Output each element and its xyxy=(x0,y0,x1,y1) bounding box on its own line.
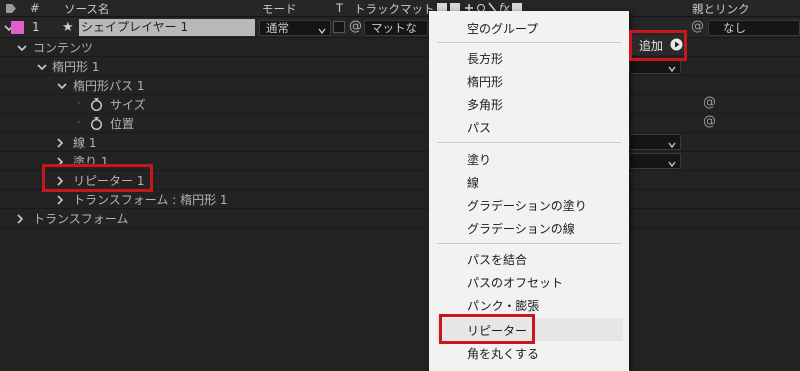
layer-name-field[interactable]: シェイプレイヤー 1 xyxy=(79,19,255,36)
tree-row-size[interactable]: · サイズ @ xyxy=(0,95,800,114)
highlight-repeater-row xyxy=(42,164,153,192)
transform-label: トランスフォーム xyxy=(33,212,129,226)
tree-row-transform-ellipse[interactable]: トランスフォーム : 楕円形 1 xyxy=(0,190,800,209)
menu-item-stroke[interactable]: 線 xyxy=(467,174,479,191)
menu-item-empty-group[interactable]: 空のグループ xyxy=(467,20,538,37)
menu-separator xyxy=(437,243,621,244)
expression-swirl-icon[interactable]: @ xyxy=(703,114,716,129)
menu-separator xyxy=(437,142,621,143)
label-tag-icon xyxy=(5,3,17,17)
menu-item-rectangle[interactable]: 長方形 xyxy=(467,50,503,67)
menu-item-gradient-fill[interactable]: グラデーションの塗り xyxy=(467,197,587,214)
tree-row-ellipse-path[interactable]: 楕円形パス 1 xyxy=(0,76,800,95)
size-label: サイズ xyxy=(110,98,146,112)
header-source-name[interactable]: ソース名 xyxy=(64,1,109,17)
menu-item-gradient-stroke[interactable]: グラデーションの線 xyxy=(467,220,575,237)
header-t: T xyxy=(336,1,344,15)
matte-pickwhip-icon[interactable]: @ xyxy=(349,19,362,34)
menu-item-offset-paths[interactable]: パスのオフセット xyxy=(467,274,563,291)
header-mode[interactable]: モード xyxy=(262,1,297,17)
tree-row-stroke[interactable]: 線 1 xyxy=(0,133,800,152)
menu-item-pucker-bloat[interactable]: パンク・膨張 xyxy=(467,297,539,314)
chevron-down-icon xyxy=(668,62,676,73)
expand-chevron-icon[interactable] xyxy=(37,61,49,73)
chevron-down-icon xyxy=(668,138,676,149)
stroke-blend-dropdown[interactable] xyxy=(629,134,681,150)
stroke-label: 線 1 xyxy=(73,136,97,150)
menu-item-merge-paths[interactable]: パスを結合 xyxy=(467,251,527,268)
chevron-down-icon xyxy=(668,157,676,168)
parent-pickwhip-icon[interactable]: @ xyxy=(691,19,704,34)
menu-item-ellipse[interactable]: 楕円形 xyxy=(467,73,503,90)
ellipse-label: 楕円形 1 xyxy=(52,60,100,74)
contents-label: コンテンツ xyxy=(33,41,94,55)
fill-blend-dropdown[interactable] xyxy=(629,153,681,169)
parent-dropdown[interactable]: なし xyxy=(708,20,800,36)
matte-value: マットな xyxy=(371,21,417,35)
menu-item-polystar[interactable]: 多角形 xyxy=(467,96,503,113)
expand-chevron-right-icon[interactable] xyxy=(15,213,27,225)
tree-row-position[interactable]: · 位置 @ xyxy=(0,114,800,133)
shape-star-icon: ★ xyxy=(62,20,74,35)
dot: · xyxy=(77,96,81,110)
header-hash: # xyxy=(30,1,40,15)
highlight-menu-repeater xyxy=(439,314,535,344)
tree-row-transform[interactable]: トランスフォーム xyxy=(0,209,800,228)
timeline-header: # ソース名 モード T トラックマット fx 親とリンク xyxy=(0,0,800,17)
expression-swirl-icon[interactable]: @ xyxy=(703,95,716,110)
menu-separator xyxy=(437,42,621,43)
menu-item-round-corners[interactable]: 角を丸くする xyxy=(467,345,539,362)
dot: · xyxy=(77,115,81,129)
track-matte-dropdown[interactable]: マットな xyxy=(364,20,428,36)
menu-item-fill[interactable]: 塗り xyxy=(467,151,491,168)
stopwatch-icon[interactable] xyxy=(90,98,103,114)
expand-chevron-icon[interactable] xyxy=(57,80,69,92)
expand-chevron-right-icon[interactable] xyxy=(55,137,67,149)
header-track-matte[interactable]: トラックマット xyxy=(354,1,435,17)
transform-ellipse-label: トランスフォーム : 楕円形 1 xyxy=(73,193,228,207)
highlight-add-button xyxy=(629,30,687,61)
menu-item-path[interactable]: パス xyxy=(467,119,491,136)
header-parent-link[interactable]: 親とリンク xyxy=(692,1,750,17)
chevron-down-icon xyxy=(318,24,326,35)
ellipse-path-label: 楕円形パス 1 xyxy=(73,79,145,93)
expand-chevron-icon[interactable] xyxy=(17,42,29,54)
mode-value: 通常 xyxy=(266,21,289,35)
layer-number: 1 xyxy=(32,20,40,34)
stopwatch-icon[interactable] xyxy=(90,117,103,133)
mode-dropdown[interactable]: 通常 xyxy=(259,20,331,36)
expand-chevron-right-icon[interactable] xyxy=(55,194,67,206)
parent-value: なし xyxy=(723,21,746,35)
position-label: 位置 xyxy=(110,117,135,131)
preserve-transparency-checkbox[interactable] xyxy=(333,21,345,33)
layer-label-color[interactable] xyxy=(11,21,24,34)
